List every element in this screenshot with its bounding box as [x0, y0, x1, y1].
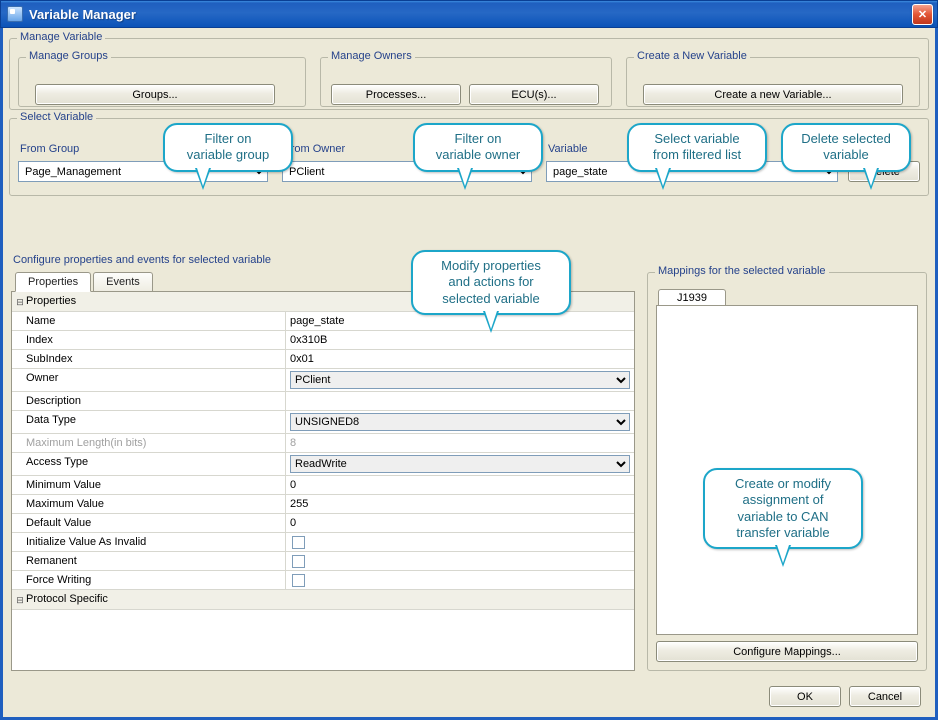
manage-variable-group: Manage Variable Manage Groups Groups... …	[9, 38, 929, 110]
configure-section: Configure properties and events for sele…	[11, 254, 927, 671]
manage-owners-legend: Manage Owners	[328, 50, 415, 62]
callout-filter-group: Filter onvariable group	[163, 123, 293, 172]
prop-owner-label: Owner	[26, 372, 58, 388]
prop-maxlen-label: Maximum Length(in bits)	[26, 437, 146, 449]
properties-panel: Properties Events ⊟Properties Namepage_s…	[11, 272, 635, 671]
prop-force-label: Force Writing	[26, 574, 91, 586]
prop-max-label: Maximum Value	[26, 498, 104, 510]
prop-access-select[interactable]: ReadWrite	[290, 455, 630, 473]
callout-filter-owner: Filter onvariable owner	[413, 123, 543, 172]
dialog-body: Manage Variable Manage Groups Groups... …	[0, 28, 938, 720]
prop-maxlen-value: 8	[290, 437, 296, 449]
create-variable-box: Create a New Variable Create a new Varia…	[626, 57, 920, 107]
prop-initinvalid-label: Initialize Value As Invalid	[26, 536, 146, 548]
tab-events[interactable]: Events	[93, 272, 153, 292]
collapse-icon[interactable]: ⊟	[14, 593, 26, 606]
callout-select-variable: Select variablefrom filtered list	[627, 123, 767, 172]
close-icon[interactable]: ✕	[912, 4, 933, 25]
prop-datatype-select[interactable]: UNSIGNED8	[290, 413, 630, 431]
from-group-label: From Group	[20, 143, 79, 155]
variable-label: Variable	[548, 143, 588, 155]
prop-remanent-check[interactable]	[292, 555, 305, 568]
prop-force-check[interactable]	[292, 574, 305, 587]
prop-subindex-value[interactable]: 0x01	[290, 353, 314, 365]
prop-name-value[interactable]: page_state	[290, 315, 344, 327]
prop-subindex-label: SubIndex	[26, 353, 72, 365]
prop-def-label: Default Value	[26, 517, 91, 529]
prop-index-label: Index	[26, 334, 53, 346]
prop-initinvalid-check[interactable]	[292, 536, 305, 549]
collapse-icon[interactable]: ⊟	[14, 295, 26, 308]
prop-access-label: Access Type	[26, 456, 88, 472]
configure-mappings-button[interactable]: Configure Mappings...	[656, 641, 918, 662]
create-variable-legend: Create a New Variable	[634, 50, 750, 62]
ecus-button[interactable]: ECU(s)...	[469, 84, 599, 105]
manage-variable-legend: Manage Variable	[17, 31, 105, 43]
property-grid: ⊟Properties Namepage_state Index0x310B S…	[11, 291, 635, 671]
prop-description-label: Description	[26, 395, 81, 407]
callout-mappings: Create or modifyassignment ofvariable to…	[703, 468, 863, 549]
cancel-button[interactable]: Cancel	[849, 686, 921, 707]
manage-groups-legend: Manage Groups	[26, 50, 111, 62]
mappings-tab-j1939[interactable]: J1939	[658, 289, 726, 306]
prop-datatype-label: Data Type	[26, 414, 76, 430]
app-icon	[7, 6, 23, 22]
callout-delete-variable: Delete selectedvariable	[781, 123, 911, 172]
prop-name-label: Name	[26, 315, 55, 327]
prop-remanent-label: Remanent	[26, 555, 77, 567]
dialog-buttons: OK Cancel	[769, 686, 921, 707]
ok-button[interactable]: OK	[769, 686, 841, 707]
select-variable-legend: Select Variable	[17, 111, 96, 123]
prop-min-value[interactable]: 0	[290, 479, 296, 491]
manage-groups-box: Manage Groups Groups...	[18, 57, 306, 107]
tab-properties[interactable]: Properties	[15, 272, 91, 292]
manage-owners-box: Manage Owners Processes... ECU(s)...	[320, 57, 612, 107]
prop-max-value[interactable]: 255	[290, 498, 308, 510]
processes-button[interactable]: Processes...	[331, 84, 461, 105]
from-owner-label: From Owner	[284, 143, 345, 155]
groups-button[interactable]: Groups...	[35, 84, 275, 105]
prop-owner-select[interactable]: PClient	[290, 371, 630, 389]
prop-index-value[interactable]: 0x310B	[290, 334, 327, 346]
title-bar: Variable Manager ✕	[0, 0, 938, 28]
prop-def-value[interactable]: 0	[290, 517, 296, 529]
group-protocol[interactable]: ⊟Protocol Specific	[12, 590, 634, 610]
mappings-legend: Mappings for the selected variable	[655, 265, 829, 277]
callout-modify-properties: Modify propertiesand actions forselected…	[411, 250, 571, 315]
prop-min-label: Minimum Value	[26, 479, 101, 491]
create-variable-button[interactable]: Create a new Variable...	[643, 84, 903, 105]
window-title: Variable Manager	[29, 7, 912, 22]
